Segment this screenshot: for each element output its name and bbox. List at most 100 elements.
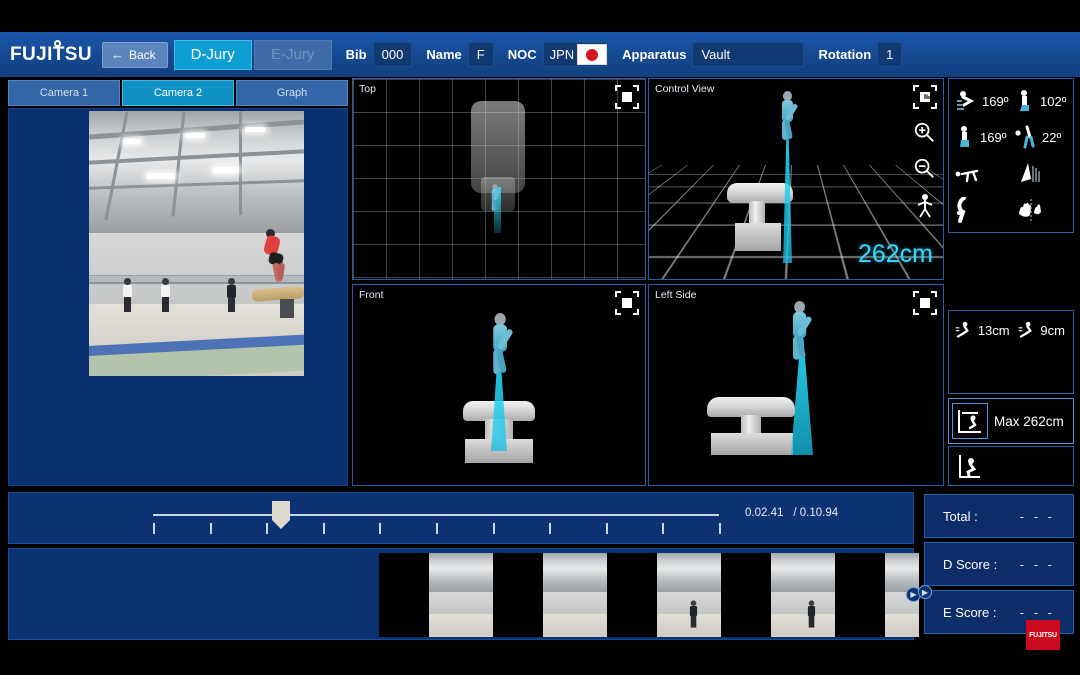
- person-legs: [808, 615, 815, 628]
- view-panel-control[interactable]: Control View 262cm: [648, 78, 944, 280]
- video-frame: [89, 111, 304, 376]
- fujitsu-badge-text: FUJITSU: [1029, 631, 1057, 639]
- score-d[interactable]: D Score : - - -: [924, 542, 1074, 586]
- tab-e-jury[interactable]: E-Jury: [253, 39, 332, 70]
- ceiling-truss: [239, 111, 242, 215]
- timeline-bar[interactable]: 0.02.41 / 0.10.94: [8, 492, 914, 544]
- tab-e-jury-label: E-Jury: [271, 46, 315, 63]
- view-panel-top[interactable]: Top: [352, 78, 646, 280]
- max-height-panel[interactable]: Max 262cm: [948, 398, 1074, 444]
- japan-flag-icon: [577, 44, 608, 65]
- timeline-tick: [605, 523, 608, 534]
- zoom-out-icon[interactable]: [913, 157, 935, 179]
- person-legs: [690, 615, 697, 628]
- distance-value-jump: 13cm: [977, 322, 1010, 338]
- fujitsu-logo-circle-icon: [54, 39, 61, 47]
- thumb-athlete: [807, 600, 816, 628]
- back-button-label: Back: [128, 47, 156, 62]
- rotation-field[interactable]: 1: [877, 42, 903, 67]
- timeline-tick: [662, 523, 665, 534]
- name-label: Name: [426, 47, 462, 62]
- view-panel-left-side[interactable]: Left Side: [648, 284, 944, 486]
- filmstrip-thumbnail[interactable]: [429, 553, 493, 637]
- ceiling-light-icon: [123, 139, 141, 144]
- tab-camera-2[interactable]: Camera 2: [122, 80, 234, 106]
- jump-distance-icon[interactable]: [955, 317, 974, 343]
- thumb-ceiling: [657, 553, 721, 592]
- leg-separation-angle-icon: [1015, 125, 1035, 149]
- angle-item-body-pike[interactable]: 169º: [951, 83, 1011, 119]
- thumb-wall: [429, 591, 493, 615]
- hip-angle-icon: [1020, 90, 1029, 112]
- angle-item-knee[interactable]: 169º: [951, 119, 1011, 155]
- camera-tab-bar: Camera 1 Camera 2 Graph: [8, 80, 348, 106]
- gymnast-leg: [276, 262, 286, 281]
- expand-icon[interactable]: [615, 85, 639, 109]
- score-panel-collapse-handle[interactable]: ▶: [918, 585, 932, 599]
- max-height-row: Max 262cm: [949, 399, 1073, 443]
- expand-icon[interactable]: [615, 291, 639, 315]
- timeline-track[interactable]: [153, 514, 719, 516]
- angle-item-hand-placement[interactable]: [1011, 192, 1071, 228]
- tab-camera-1[interactable]: Camera 1: [8, 80, 120, 106]
- expand-icon[interactable]: [913, 291, 937, 315]
- vault-post: [749, 201, 765, 225]
- score-d-label: D Score :: [943, 556, 998, 572]
- view-panel-front[interactable]: Front: [352, 284, 646, 486]
- person-legs: [124, 297, 131, 313]
- angle-value-knee: 169º: [980, 129, 1007, 145]
- filmstrip-panel[interactable]: ▶: [8, 548, 921, 640]
- apparatus-label: Apparatus: [622, 47, 687, 62]
- noc-field[interactable]: JPN: [542, 42, 609, 67]
- noc-value: JPN: [549, 47, 575, 62]
- person-head: [162, 278, 169, 286]
- timeline-time-display: 0.02.41 / 0.10.94: [745, 507, 838, 519]
- ceiling-light-icon: [213, 167, 239, 173]
- score-total[interactable]: Total : - - -: [924, 494, 1074, 538]
- angle-item-leg-bend[interactable]: [951, 192, 1011, 228]
- filmstrip-gap: [835, 553, 885, 637]
- person-legs: [228, 297, 235, 313]
- tab-graph[interactable]: Graph: [236, 80, 348, 106]
- timeline-current-time: 0.02.41: [745, 507, 784, 519]
- leg-bend-icon: [957, 196, 966, 223]
- tab-d-jury[interactable]: D-Jury: [173, 39, 252, 70]
- landing-posture-panel[interactable]: [948, 446, 1074, 486]
- distance-value-landing: 9cm: [1040, 322, 1065, 338]
- thumb-floor: [771, 614, 835, 637]
- score-d-value: - - -: [1019, 556, 1055, 572]
- video-player-panel[interactable]: 1Frame 1Frame: [8, 108, 348, 486]
- angle-item-leg-separation[interactable]: 22º: [1011, 119, 1071, 155]
- timeline-tick: [266, 523, 269, 534]
- apparatus-field[interactable]: Vault: [692, 42, 805, 67]
- expand-hand-icon[interactable]: [913, 85, 937, 109]
- angle-item-arm-support[interactable]: [951, 156, 1011, 192]
- name-field[interactable]: F: [467, 42, 494, 67]
- thumb-ceiling: [885, 553, 919, 592]
- filmstrip-thumbnail[interactable]: [543, 553, 607, 637]
- person-head: [228, 278, 235, 286]
- vault-table-body: [707, 397, 795, 417]
- angle-item-landing[interactable]: [1011, 156, 1071, 192]
- max-height-icon: [952, 403, 988, 439]
- arrow-left-icon: ←: [110, 47, 124, 62]
- filmstrip-frames[interactable]: [379, 553, 919, 637]
- bib-field[interactable]: 000: [372, 42, 413, 67]
- filmstrip-thumbnail[interactable]: [771, 553, 835, 637]
- vault-table-top: [251, 285, 304, 302]
- zoom-in-icon[interactable]: [913, 121, 935, 143]
- filmstrip-thumbnail[interactable]: [657, 553, 721, 637]
- filmstrip-gap: [721, 553, 771, 637]
- angle-measurements-panel: 169º 102º 169º 22º: [948, 78, 1074, 233]
- angle-item-hip[interactable]: 102º: [1011, 83, 1071, 119]
- filmstrip-gap: [607, 553, 657, 637]
- timeline-tick: [436, 523, 438, 534]
- official-figure: [161, 278, 170, 313]
- timeline-tick: [322, 523, 325, 534]
- back-button[interactable]: ← Back: [101, 41, 168, 68]
- skeleton-figure-icon[interactable]: [915, 193, 935, 219]
- bib-value: 000: [381, 47, 404, 62]
- thumb-athlete: [689, 600, 698, 628]
- landing-distance-icon[interactable]: [1018, 317, 1037, 343]
- tab-graph-label: Graph: [276, 87, 308, 99]
